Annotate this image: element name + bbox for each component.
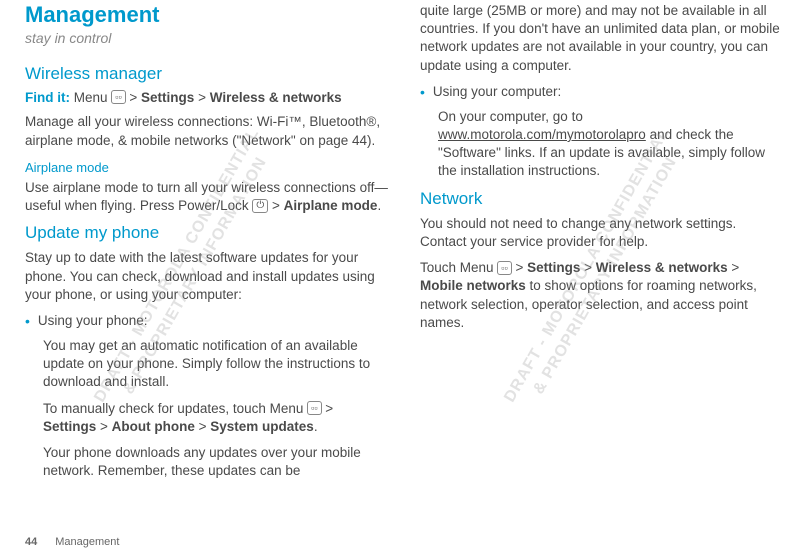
airplane-period: . bbox=[377, 198, 381, 213]
page-footer: 44 Management bbox=[25, 536, 119, 548]
update-comp-text1: On your computer, go to bbox=[438, 109, 583, 124]
findit-label: Find it: bbox=[25, 90, 70, 105]
network-sep3: > bbox=[728, 260, 740, 275]
menu-icon: ▫▫ bbox=[111, 90, 125, 104]
bullet-phone: • Using your phone: bbox=[25, 312, 390, 331]
update-phone-p3: Your phone downloads any updates over yo… bbox=[43, 444, 390, 480]
findit-sep2: > bbox=[194, 90, 209, 105]
update-computer-p1: On your computer, go to www.motorola.com… bbox=[438, 108, 785, 181]
update-system: System updates bbox=[210, 419, 314, 434]
findit-settings: Settings bbox=[141, 90, 194, 105]
wireless-heading: Wireless manager bbox=[25, 64, 390, 84]
findit-text: Menu bbox=[70, 90, 111, 105]
network-text1: Touch Menu bbox=[420, 260, 497, 275]
update-phone-p2: To manually check for updates, touch Men… bbox=[43, 400, 390, 436]
update-p2-sep3: > bbox=[195, 419, 210, 434]
bullet-computer-text: Using your computer: bbox=[433, 83, 785, 101]
update-p2-sep2: > bbox=[96, 419, 111, 434]
update-intro: Stay up to date with the latest software… bbox=[25, 249, 390, 304]
update-heading: Update my phone bbox=[25, 223, 390, 243]
network-sep1: > bbox=[512, 260, 527, 275]
page-number: 44 bbox=[25, 536, 37, 548]
footer-section: Management bbox=[55, 536, 119, 548]
update-about: About phone bbox=[112, 419, 195, 434]
airplane-para: Use airplane mode to turn all your wirel… bbox=[25, 179, 390, 215]
page-subtitle: stay in control bbox=[25, 30, 390, 46]
update-phone-p3-cont: quite large (25MB or more) and may not b… bbox=[420, 2, 785, 75]
network-settings: Settings bbox=[527, 260, 580, 275]
page-title: Management bbox=[25, 2, 390, 28]
motorola-link[interactable]: www.motorola.com/mymotorolapro bbox=[438, 127, 646, 142]
wireless-para: Manage all your wireless connections: Wi… bbox=[25, 113, 390, 149]
network-sep2: > bbox=[580, 260, 595, 275]
airplane-heading: Airplane mode bbox=[25, 160, 390, 175]
bullet-dot-icon: • bbox=[420, 83, 425, 102]
menu-icon: ▫▫ bbox=[307, 401, 321, 415]
network-wireless: Wireless & networks bbox=[596, 260, 728, 275]
network-heading: Network bbox=[420, 189, 785, 209]
bullet-phone-text: Using your phone: bbox=[38, 312, 390, 330]
findit-sep: > bbox=[126, 90, 141, 105]
update-settings: Settings bbox=[43, 419, 96, 434]
airplane-sep: > bbox=[268, 198, 283, 213]
network-para1: You should not need to change any networ… bbox=[420, 215, 785, 251]
airplane-mode-bold: Airplane mode bbox=[284, 198, 378, 213]
update-p2-period: . bbox=[314, 419, 318, 434]
network-mobile: Mobile networks bbox=[420, 278, 526, 293]
update-p2-text1: To manually check for updates, touch Men… bbox=[43, 401, 307, 416]
bullet-dot-icon: • bbox=[25, 312, 30, 331]
menu-icon: ▫▫ bbox=[497, 261, 511, 275]
update-phone-p1: You may get an automatic notification of… bbox=[43, 337, 390, 392]
bullet-computer: • Using your computer: bbox=[420, 83, 785, 102]
update-p2-sep1: > bbox=[322, 401, 334, 416]
findit-wireless: Wireless & networks bbox=[210, 90, 342, 105]
findit-line: Find it: Menu ▫▫ > Settings > Wireless &… bbox=[25, 90, 390, 105]
network-para2: Touch Menu ▫▫ > Settings > Wireless & ne… bbox=[420, 259, 785, 332]
power-icon: ⏻ bbox=[252, 199, 268, 213]
